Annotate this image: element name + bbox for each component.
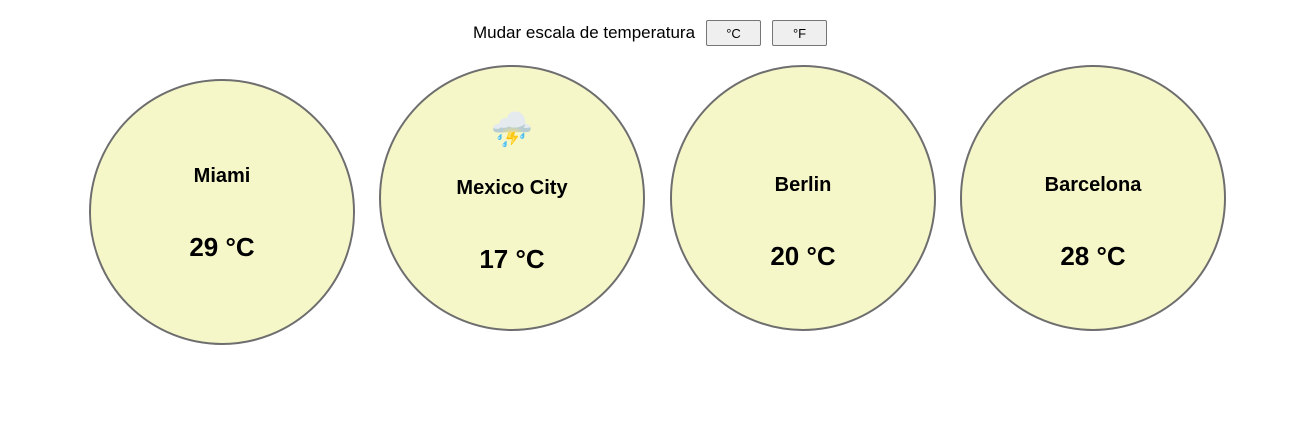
city-card-berlin: Berlin 20 °C — [670, 65, 936, 331]
city-temperature: 29 °C — [189, 232, 255, 262]
city-card-mexico-city: ⛈️ Mexico City 17 °C — [379, 65, 645, 331]
city-name: Berlin — [774, 174, 832, 196]
city-temperature: 28 °C — [1060, 241, 1126, 271]
city-name: Barcelona — [1044, 174, 1142, 196]
celsius-button[interactable]: °C — [706, 20, 762, 46]
city-card-miami: Miami 29 °C — [89, 79, 355, 345]
weather-page: Mudar escala de temperatura °C °F Miami … — [0, 0, 1300, 438]
city-temperature: 17 °C — [479, 244, 545, 274]
city-card-barcelona: Barcelona 28 °C — [960, 65, 1226, 331]
city-temperature: 20 °C — [770, 241, 836, 271]
scale-label: Mudar escala de temperatura — [472, 23, 696, 42]
fahrenheit-button[interactable]: °F — [772, 20, 828, 46]
temperature-scale-toolbar: Mudar escala de temperatura °C °F — [0, 20, 1300, 46]
city-name: Miami — [193, 165, 251, 187]
thunderstorm-icon: ⛈️ — [490, 110, 534, 150]
city-name: Mexico City — [456, 177, 568, 199]
